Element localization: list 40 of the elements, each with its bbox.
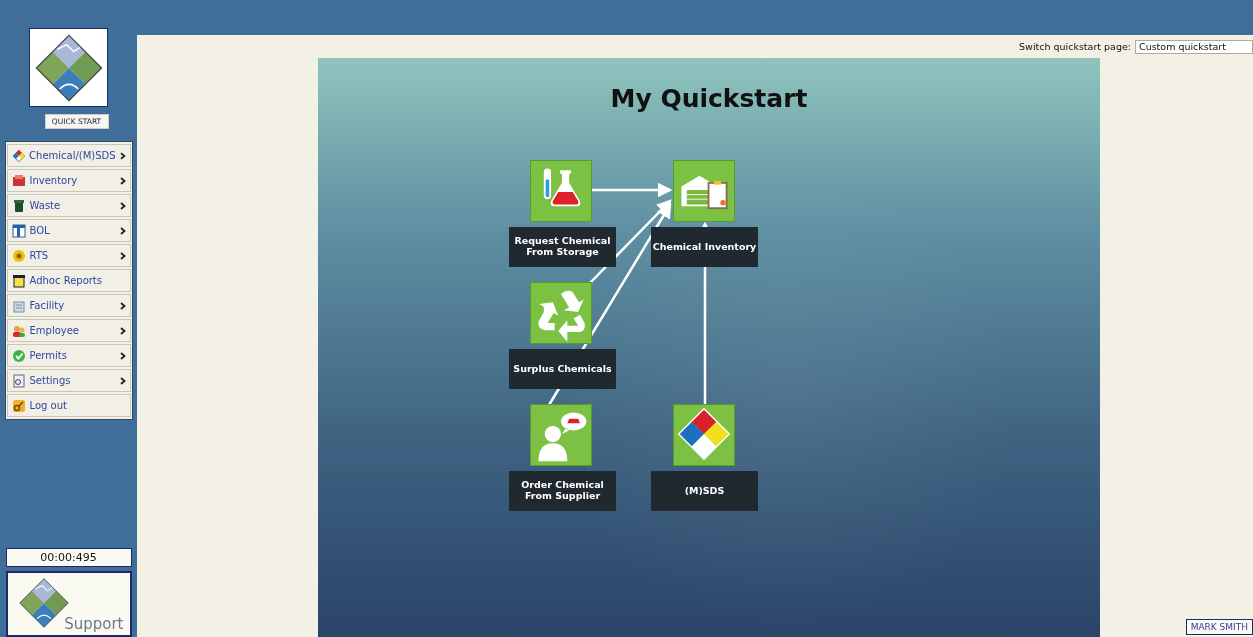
document-icon	[11, 298, 26, 313]
diamond-icon	[11, 148, 26, 163]
tile-label[interactable]: Chemical Inventory	[651, 227, 758, 267]
menu-item[interactable]: Adhoc Reports	[6, 269, 131, 292]
hazard-diamond-icon	[676, 407, 732, 463]
key-icon	[11, 398, 26, 413]
table-icon	[11, 223, 26, 238]
session-timer: 00:00:495	[5, 548, 132, 567]
switch-quickstart-label: Switch quickstart page:	[1019, 41, 1131, 52]
menu-item[interactable]: Facility	[6, 294, 131, 317]
menu-item[interactable]: Employee	[6, 319, 131, 342]
quickstart-tile[interactable]	[530, 282, 592, 344]
tile-label[interactable]: (M)SDS	[651, 471, 758, 511]
menu-item[interactable]: Chemical/(M)SDS	[6, 144, 131, 167]
box-icon	[11, 173, 26, 188]
menu-item[interactable]: RTS	[6, 244, 131, 267]
page-icon	[11, 373, 26, 388]
menu-item[interactable]: Waste	[6, 194, 131, 217]
bin-icon	[11, 198, 26, 213]
quickstart-page-dropdown[interactable]: Custom quickstart	[1135, 39, 1253, 54]
quickstart-tile[interactable]	[530, 160, 592, 222]
tile-label[interactable]: Request Chemical From Storage	[509, 227, 616, 267]
menu-item[interactable]: BOL	[6, 219, 131, 242]
quickstart-tile[interactable]	[673, 160, 735, 222]
menu-item[interactable]: Inventory	[6, 169, 131, 192]
menu-item[interactable]: Log out	[6, 394, 131, 417]
user-name[interactable]: MARK SMITH	[1185, 619, 1253, 635]
people-icon	[11, 323, 26, 338]
checkmark-icon	[11, 348, 26, 363]
quickstart-tile[interactable]	[673, 404, 735, 466]
quickstart-title: My Quickstart	[609, 84, 809, 113]
menu-item[interactable]: Permits	[6, 344, 131, 367]
tile-label[interactable]: Surplus Chemicals	[509, 349, 616, 389]
sun-icon	[11, 248, 26, 263]
tile-label[interactable]: Order Chemical From Supplier	[509, 471, 616, 511]
support-button[interactable]: Support	[5, 571, 132, 637]
support-label: Support	[64, 615, 124, 633]
menu-item[interactable]: Settings	[6, 369, 131, 392]
notepad-icon	[11, 273, 26, 288]
quickstart-tile[interactable]	[530, 404, 592, 466]
